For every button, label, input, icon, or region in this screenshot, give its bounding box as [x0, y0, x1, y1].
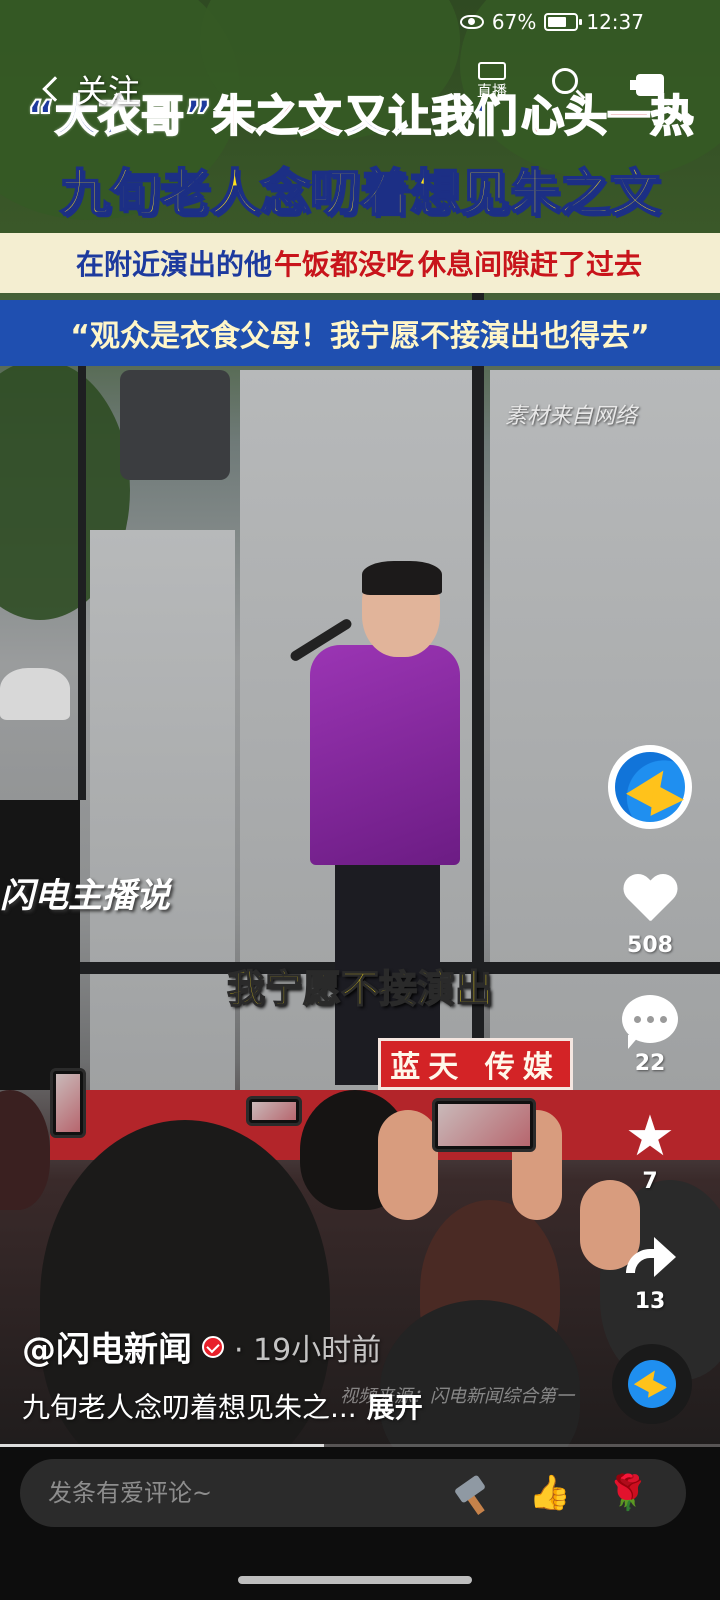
star-icon: ★ [624, 1104, 676, 1169]
watermark-logo: 闪电主播说 [0, 876, 170, 916]
hammer-icon[interactable] [452, 1471, 496, 1515]
author-name[interactable]: @闪电新闻 [22, 1322, 192, 1371]
source-note: 素材来自网络 [505, 404, 638, 429]
stage-sign: 蓝天 传媒 [378, 1038, 573, 1090]
headline-3: 在附近演出的他 午饭都没吃 休息间隙赶了过去 [0, 233, 720, 293]
speaker-stack [0, 800, 80, 1090]
headline-4: “观众是衣食父母！我宁愿不接演出也得去” [0, 300, 720, 366]
search-icon-handle [575, 89, 586, 100]
headline-3-part-c: 休息间隙赶了过去 [418, 248, 643, 281]
stage-truss [78, 300, 86, 800]
music-disc[interactable] [612, 1344, 692, 1424]
share-icon [622, 1235, 678, 1281]
audience-phone [50, 1068, 86, 1138]
lightning-logo-icon [615, 752, 685, 826]
author-line: @闪电新闻 · 19小时前 [22, 1322, 381, 1371]
audience-phone [246, 1096, 302, 1126]
live-button[interactable]: 直播 [470, 60, 514, 110]
expand-link[interactable]: 展开 [367, 1386, 423, 1426]
follow-tab[interactable]: 关注 [76, 66, 140, 112]
rose-icon[interactable]: 🌹 [606, 1471, 650, 1515]
search-button[interactable] [548, 66, 588, 106]
screen-icon [636, 74, 664, 96]
lightning-logo-icon [628, 1360, 676, 1408]
back-button[interactable]: 关注 [38, 66, 140, 112]
stage-sign-text: 蓝天 传媒 [390, 1050, 561, 1085]
post-time: · 19小时前 [234, 1332, 382, 1368]
audience-hand [378, 1110, 438, 1220]
cast-screen-button[interactable] [628, 70, 672, 102]
comment-box[interactable]: 👍 🌹 [20, 1459, 686, 1527]
like-button[interactable]: 508 [600, 875, 700, 958]
clock: 12:37 [586, 10, 644, 34]
umbrella [0, 668, 70, 720]
comment-icon [622, 995, 678, 1049]
search-icon [552, 68, 578, 94]
verified-badge-icon [202, 1335, 224, 1358]
stage-light [120, 370, 230, 480]
chevron-left-icon [42, 76, 68, 102]
headline-3-part-b: 午饭都没吃 [273, 248, 414, 281]
battery-percent: 67% [491, 10, 537, 34]
thumbs-up-icon[interactable]: 👍 [528, 1471, 572, 1515]
eye-comfort-icon [459, 15, 484, 29]
audience-head [0, 1090, 50, 1210]
status-indicators: 67% 12:37 [459, 10, 644, 34]
headline-2: 九旬老人念叨着想见朱之文 [59, 163, 661, 223]
status-bar: 67% 12:37 [0, 0, 720, 48]
comment-input[interactable] [48, 1459, 428, 1527]
like-count: 508 [627, 933, 673, 958]
favorite-button[interactable]: ★ 7 [600, 1104, 700, 1195]
heart-icon [622, 875, 678, 925]
headline-3-part-a: 在附近演出的他 [75, 248, 272, 281]
caption: 九旬老人念叨着想见朱之... 展开 [22, 1386, 423, 1426]
top-nav: 关注 直播 [0, 60, 720, 116]
performer-hair [362, 561, 442, 595]
home-indicator[interactable] [238, 1576, 472, 1584]
favorite-count: 7 [642, 1169, 658, 1194]
tv-icon [478, 62, 506, 80]
battery-icon [544, 13, 583, 31]
share-count: 13 [634, 1289, 666, 1314]
battery-fill [548, 17, 566, 27]
caption-text: 九旬老人念叨着想见朱之... [22, 1391, 357, 1424]
author-avatar[interactable] [608, 745, 692, 829]
comment-button[interactable]: 22 [600, 995, 700, 1076]
performer-jacket [310, 645, 460, 865]
comment-count: 22 [634, 1051, 666, 1076]
audience-phone [432, 1098, 536, 1152]
share-button[interactable]: 13 [600, 1235, 700, 1314]
live-label: 直播 [476, 82, 507, 100]
